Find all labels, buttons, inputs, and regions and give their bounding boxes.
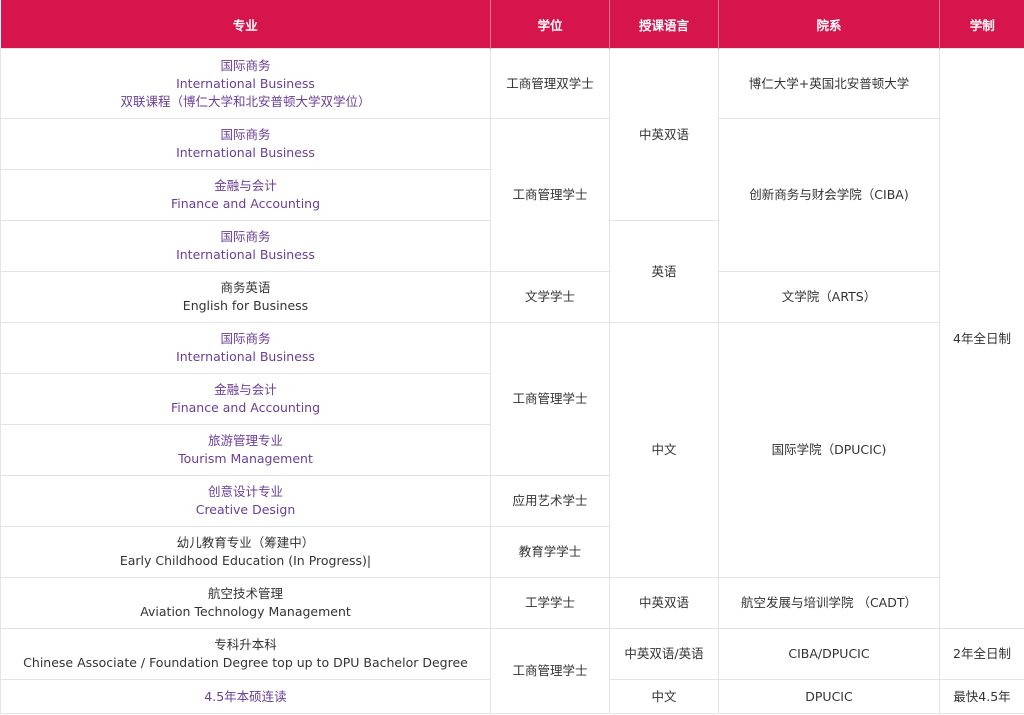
major-cell: 国际商务 International Business <box>0 220 491 272</box>
major-cell: 金融与会计 Finance and Accounting <box>0 169 491 221</box>
header-major: 专业 <box>0 0 491 49</box>
school-cell: 创新商务与财会学院（CIBA) <box>718 118 940 272</box>
header-language: 授课语言 <box>609 0 719 49</box>
major-name-en: International Business <box>176 349 315 364</box>
major-cell: 专科升本科 Chinese Associate / Foundation Deg… <box>0 628 491 680</box>
table-header-row: 专业 学位 授课语言 院系 学制 <box>0 0 1024 49</box>
major-name-zh: 航空技术管理 <box>207 586 283 601</box>
major-cell: 国际商务 International Business 双联课程（博仁大学和北安… <box>0 48 491 119</box>
major-cell: 国际商务 International Business <box>0 118 491 170</box>
language-cell: 中英双语 <box>609 48 719 221</box>
major-name-en: Finance and Accounting <box>170 400 321 415</box>
major-name-zh: 金融与会计 <box>214 178 277 193</box>
major-name-en: International Business <box>176 247 315 262</box>
degree-cell: 工商管理学士 <box>490 628 610 714</box>
degree-cell: 应用艺术学士 <box>490 475 610 527</box>
duration-cell: 2年全日制 <box>939 628 1024 680</box>
school-cell: CIBA/DPUCIC <box>718 628 940 680</box>
language-cell: 中英双语/英语 <box>609 628 719 680</box>
school-cell: 航空发展与培训学院 （CADT） <box>718 577 940 629</box>
major-note: 双联课程（博仁大学和北安普顿大学双学位） <box>120 93 371 109</box>
major-name-zh: 旅游管理专业 <box>207 433 283 448</box>
language-cell: 中英双语 <box>609 577 719 629</box>
degree-cell: 工商管理双学士 <box>490 48 610 119</box>
duration-cell: 最快4.5年 <box>939 679 1024 714</box>
duration-cell: 4年全日制 <box>939 48 1024 629</box>
school-cell: 文学院（ARTS） <box>718 271 940 323</box>
school-cell: 博仁大学+英国北安普顿大学 <box>718 48 940 119</box>
major-cell: 创意设计专业 Creative Design <box>0 475 491 527</box>
major-name-zh: 幼儿教育专业（筹建中） <box>176 535 315 550</box>
degree-cell: 工学学士 <box>490 577 610 629</box>
table-row: 航空技术管理 Aviation Technology Management 工学… <box>0 577 1024 629</box>
major-name-zh: 国际商务 <box>220 331 271 346</box>
major-cell: 商务英语 English for Business <box>0 271 491 323</box>
table-row: 国际商务 International Business 工商管理学士 中文 国际… <box>0 322 1024 578</box>
major-cell: 旅游管理专业 Tourism Management <box>0 424 491 476</box>
degree-cell: 文学学士 <box>490 271 610 323</box>
major-name-en: Chinese Associate / Foundation Degree to… <box>23 655 468 670</box>
major-name-zh: 国际商务 <box>220 127 271 142</box>
major-name-en: Early Childhood Education (In Progress)| <box>119 553 372 568</box>
major-cell: 航空技术管理 Aviation Technology Management <box>0 577 491 629</box>
major-name-zh: 国际商务 <box>220 229 271 244</box>
major-name-zh: 商务英语 <box>220 280 271 295</box>
language-cell: 中文 <box>609 679 719 714</box>
major-cell: 幼儿教育专业（筹建中） Early Childhood Education (I… <box>0 526 491 578</box>
major-name-en: English for Business <box>182 298 309 313</box>
school-cell: DPUCIC <box>718 679 940 714</box>
major-cell: 4.5年本硕连读 <box>0 679 491 714</box>
degree-cell: 工商管理学士 <box>490 322 610 476</box>
major-name-zh: 国际商务 <box>220 57 271 73</box>
major-name-en: Creative Design <box>195 502 296 517</box>
degree-cell: 教育学学士 <box>490 526 610 578</box>
major-name-zh: 4.5年本硕连读 <box>204 688 287 704</box>
major-name-en: International Business <box>176 145 315 160</box>
table-row: 国际商务 International Business 双联课程（博仁大学和北安… <box>0 48 1024 629</box>
school-cell: 国际学院（DPUCIC) <box>718 322 940 578</box>
major-name-zh: 创意设计专业 <box>207 484 283 499</box>
header-duration: 学制 <box>939 0 1024 49</box>
table-row: 商务英语 English for Business 文学学士 文学院（ARTS） <box>0 271 1024 323</box>
header-school: 院系 <box>718 0 940 49</box>
major-cell: 国际商务 International Business <box>0 322 491 374</box>
degree-cell: 工商管理学士 <box>490 118 610 272</box>
table-row: 专科升本科 Chinese Associate / Foundation Deg… <box>0 628 1024 714</box>
program-table: 专业 学位 授课语言 院系 学制 国际商务 International Busi… <box>0 0 1024 714</box>
major-name-en: Aviation Technology Management <box>140 604 351 619</box>
major-name-en: Tourism Management <box>178 451 313 466</box>
header-degree: 学位 <box>490 0 610 49</box>
major-name-zh: 专科升本科 <box>214 637 277 652</box>
major-name-en: Finance and Accounting <box>170 196 321 211</box>
language-cell: 英语 <box>609 220 719 323</box>
language-cell: 中文 <box>609 322 719 578</box>
major-cell: 金融与会计 Finance and Accounting <box>0 373 491 425</box>
table-row: 国际商务 International Business 工商管理学士 创新商务与… <box>0 118 1024 272</box>
major-name-zh: 金融与会计 <box>214 382 277 397</box>
major-name-en: International Business <box>176 75 315 91</box>
